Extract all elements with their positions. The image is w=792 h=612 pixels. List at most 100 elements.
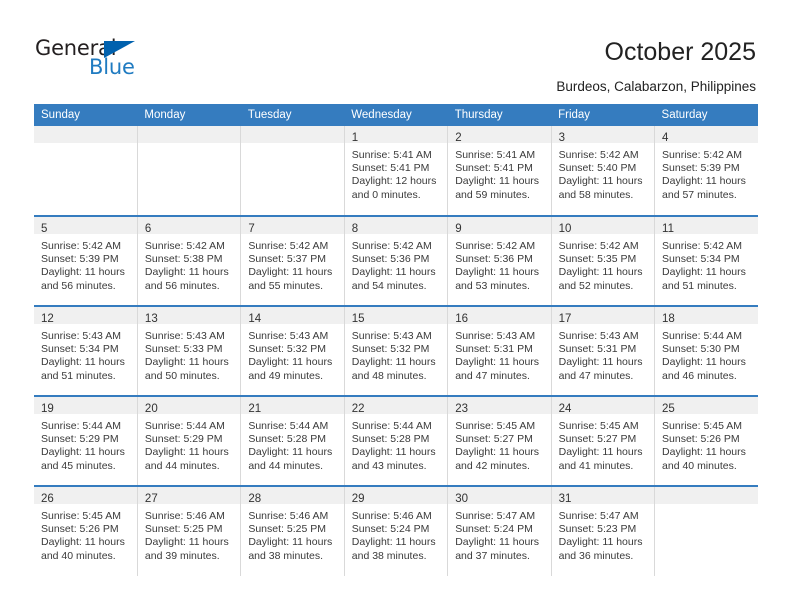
day-number: 14 bbox=[248, 313, 262, 325]
daylight-duration-line1: Daylight: 11 hours bbox=[41, 356, 125, 369]
sunset-time: Sunset: 5:28 PM bbox=[248, 433, 326, 446]
sunrise-time: Sunrise: 5:44 AM bbox=[144, 420, 225, 432]
calendar-day-cell[interactable]: 1 Sunrise: 5:41 AM Sunset: 5:41 PM Daylight… bbox=[344, 126, 449, 216]
calendar-day-cell[interactable]: 2 Sunrise: 5:41 AM Sunset: 5:41 PM Daylight… bbox=[447, 126, 552, 216]
calendar-day-cell[interactable]: 29 Sunrise: 5:46 AM Sunset: 5:24 PM Dayligh… bbox=[344, 485, 449, 576]
calendar-page: General Blue October 2025 Burdeos, Calab… bbox=[0, 0, 792, 612]
sunset-time: Sunset: 5:23 PM bbox=[558, 523, 637, 536]
calendar-day-cell[interactable]: 4 Sunrise: 5:42 AM Sunset: 5:39 PM Daylight… bbox=[654, 126, 758, 216]
daylight-duration-line1: Daylight: 11 hours bbox=[351, 266, 436, 279]
daylight-duration-line1: Daylight: 11 hours bbox=[144, 356, 229, 369]
calendar-day-cell[interactable]: 18 Sunrise: 5:44 AM Sunset: 5:30 PM Dayligh… bbox=[654, 305, 758, 396]
sunrise-time: Sunrise: 5:43 AM bbox=[144, 330, 225, 342]
sunset-time: Sunset: 5:24 PM bbox=[455, 523, 533, 536]
day-number-band: 30 bbox=[448, 487, 551, 505]
calendar-day-cell[interactable]: 13 Sunrise: 5:43 AM Sunset: 5:33 PM Dayligh… bbox=[137, 305, 242, 396]
calendar-day-cell[interactable]: 26 Sunrise: 5:45 AM Sunset: 5:26 PM Dayligh… bbox=[34, 485, 138, 576]
calendar-day-cell[interactable]: 14 Sunrise: 5:43 AM Sunset: 5:32 PM Dayligh… bbox=[240, 305, 345, 396]
daylight-duration-line2: and 42 minutes. bbox=[455, 459, 530, 472]
calendar-day-cell[interactable]: 22 Sunrise: 5:44 AM Sunset: 5:28 PM Dayligh… bbox=[344, 395, 449, 486]
calendar-day-cell[interactable]: 9 Sunrise: 5:42 AM Sunset: 5:36 PM Daylight… bbox=[447, 215, 552, 306]
calendar-day-cell[interactable]: 25 Sunrise: 5:45 AM Sunset: 5:26 PM Dayligh… bbox=[654, 395, 758, 486]
sunrise-time: Sunrise: 5:46 AM bbox=[351, 510, 432, 522]
calendar-day-cell[interactable]: 6 Sunrise: 5:42 AM Sunset: 5:38 PM Daylight… bbox=[137, 215, 242, 306]
day-number-band: 12 bbox=[34, 307, 137, 325]
day-number-band: 27 bbox=[137, 487, 241, 505]
day-cell-body: Sunrise: 5:47 AM Sunset: 5:24 PM Daylight:… bbox=[448, 504, 550, 563]
sunset-time: Sunset: 5:25 PM bbox=[144, 523, 223, 536]
daylight-duration-line2: and 53 minutes. bbox=[455, 279, 530, 292]
daylight-duration-line2: and 40 minutes. bbox=[41, 549, 116, 562]
daylight-duration-line2: and 57 minutes. bbox=[662, 188, 737, 201]
daylight-duration-line2: and 41 minutes. bbox=[558, 459, 634, 472]
day-number-band: 23 bbox=[448, 397, 551, 415]
daylight-duration-line1: Daylight: 12 hours bbox=[351, 175, 437, 188]
day-number: 21 bbox=[248, 403, 262, 415]
day-number-band: 1 bbox=[344, 126, 448, 144]
general-blue-logo[interactable]: General Blue bbox=[35, 36, 235, 82]
day-cell-body: Sunrise: 5:47 AM Sunset: 5:23 PM Daylight:… bbox=[552, 504, 654, 563]
calendar-day-cell[interactable]: 15 Sunrise: 5:43 AM Sunset: 5:32 PM Dayligh… bbox=[344, 305, 449, 396]
daylight-duration-line1: Daylight: 11 hours bbox=[558, 175, 643, 188]
sunrise-time: Sunrise: 5:41 AM bbox=[351, 149, 432, 161]
day-cell-body: Sunrise: 5:45 AM Sunset: 5:26 PM Daylight:… bbox=[34, 504, 137, 563]
sunrise-time: Sunrise: 5:43 AM bbox=[558, 330, 639, 342]
calendar-day-cell[interactable]: 28 Sunrise: 5:46 AM Sunset: 5:25 PM Dayligh… bbox=[240, 485, 345, 576]
daylight-duration-line1: Daylight: 11 hours bbox=[351, 536, 436, 549]
daylight-duration-line2: and 36 minutes. bbox=[558, 549, 634, 562]
calendar-day-cell[interactable]: 21 Sunrise: 5:44 AM Sunset: 5:28 PM Dayligh… bbox=[240, 395, 345, 486]
calendar-day-cell[interactable]: 30 Sunrise: 5:47 AM Sunset: 5:24 PM Dayligh… bbox=[447, 485, 552, 576]
daylight-duration-line1: Daylight: 11 hours bbox=[455, 536, 540, 549]
calendar-week-row: 19 Sunrise: 5:44 AM Sunset: 5:29 PM Dayligh… bbox=[34, 395, 758, 486]
daylight-duration-line1: Daylight: 11 hours bbox=[41, 266, 125, 279]
daylight-duration-line1: Daylight: 11 hours bbox=[558, 356, 643, 369]
sunrise-time: Sunrise: 5:42 AM bbox=[248, 240, 329, 252]
calendar-day-cell[interactable]: 10 Sunrise: 5:42 AM Sunset: 5:35 PM Dayligh… bbox=[551, 215, 656, 306]
day-number: 30 bbox=[455, 493, 468, 505]
sunrise-time: Sunrise: 5:45 AM bbox=[41, 510, 121, 522]
calendar-day-cell[interactable]: 17 Sunrise: 5:43 AM Sunset: 5:31 PM Dayligh… bbox=[551, 305, 656, 396]
day-cell-body: Sunrise: 5:46 AM Sunset: 5:24 PM Daylight:… bbox=[345, 504, 447, 563]
logo-text-blue: Blue bbox=[89, 55, 135, 79]
daylight-duration-line2: and 58 minutes. bbox=[558, 188, 634, 201]
calendar-day-cell[interactable]: 31 Sunrise: 5:47 AM Sunset: 5:23 PM Dayligh… bbox=[551, 485, 656, 576]
sunrise-time: Sunrise: 5:42 AM bbox=[558, 149, 639, 161]
calendar-day-cell[interactable]: 7 Sunrise: 5:42 AM Sunset: 5:37 PM Daylight… bbox=[240, 215, 345, 306]
daylight-duration-line2: and 45 minutes. bbox=[41, 459, 116, 472]
day-number-band: 25 bbox=[655, 397, 758, 415]
calendar-day-cell[interactable]: 23 Sunrise: 5:45 AM Sunset: 5:27 PM Dayligh… bbox=[447, 395, 552, 486]
daylight-duration-line2: and 56 minutes. bbox=[144, 279, 220, 292]
sunset-time: Sunset: 5:35 PM bbox=[558, 253, 637, 266]
sunset-time: Sunset: 5:40 PM bbox=[558, 162, 637, 175]
day-number-band: 20 bbox=[137, 397, 241, 415]
calendar-day-cell[interactable]: 27 Sunrise: 5:46 AM Sunset: 5:25 PM Dayligh… bbox=[137, 485, 242, 576]
sunset-time: Sunset: 5:31 PM bbox=[558, 343, 637, 356]
calendar-day-cell[interactable]: 5 Sunrise: 5:42 AM Sunset: 5:39 PM Daylight… bbox=[34, 215, 138, 306]
sunset-time: Sunset: 5:34 PM bbox=[41, 343, 119, 356]
calendar-day-cell[interactable]: 20 Sunrise: 5:44 AM Sunset: 5:29 PM Dayligh… bbox=[137, 395, 242, 486]
day-cell-body: Sunrise: 5:42 AM Sunset: 5:39 PM Daylight:… bbox=[655, 143, 758, 202]
calendar-day-cell[interactable]: 16 Sunrise: 5:43 AM Sunset: 5:31 PM Dayligh… bbox=[447, 305, 552, 396]
day-cell-body: Sunrise: 5:42 AM Sunset: 5:39 PM Daylight:… bbox=[34, 234, 137, 293]
calendar-table: Sunday Monday Tuesday Wednesday Thursday… bbox=[34, 104, 758, 576]
sunrise-time: Sunrise: 5:42 AM bbox=[662, 240, 742, 252]
day-cell-body: Sunrise: 5:43 AM Sunset: 5:32 PM Daylight:… bbox=[345, 324, 447, 383]
calendar-day-cell[interactable]: 11 Sunrise: 5:42 AM Sunset: 5:34 PM Dayligh… bbox=[654, 215, 758, 306]
day-number-band: 2 bbox=[448, 126, 551, 144]
calendar-day-cell[interactable]: 24 Sunrise: 5:45 AM Sunset: 5:27 PM Dayligh… bbox=[551, 395, 656, 486]
calendar-day-cell[interactable]: 3 Sunrise: 5:42 AM Sunset: 5:40 PM Daylight… bbox=[551, 126, 656, 216]
day-cell-body: Sunrise: 5:43 AM Sunset: 5:31 PM Daylight:… bbox=[552, 324, 654, 383]
calendar-body: 1 Sunrise: 5:41 AM Sunset: 5:41 PM Daylight… bbox=[34, 126, 758, 576]
day-number-band: 4 bbox=[655, 126, 758, 144]
sunset-time: Sunset: 5:41 PM bbox=[455, 162, 533, 175]
sunset-time: Sunset: 5:34 PM bbox=[662, 253, 740, 266]
daylight-duration-line2: and 39 minutes. bbox=[144, 549, 220, 562]
calendar-day-cell[interactable]: 8 Sunrise: 5:42 AM Sunset: 5:36 PM Daylight… bbox=[344, 215, 449, 306]
daylight-duration-line2: and 51 minutes. bbox=[41, 369, 116, 382]
daylight-duration-line2: and 0 minutes. bbox=[351, 188, 421, 201]
calendar-day-cell[interactable]: 12 Sunrise: 5:43 AM Sunset: 5:34 PM Dayligh… bbox=[34, 305, 138, 396]
day-number-band: 28 bbox=[241, 487, 344, 505]
daylight-duration-line1: Daylight: 11 hours bbox=[455, 266, 540, 279]
calendar-day-cell[interactable]: 19 Sunrise: 5:44 AM Sunset: 5:29 PM Dayligh… bbox=[34, 395, 138, 486]
sunrise-time: Sunrise: 5:45 AM bbox=[455, 420, 536, 432]
